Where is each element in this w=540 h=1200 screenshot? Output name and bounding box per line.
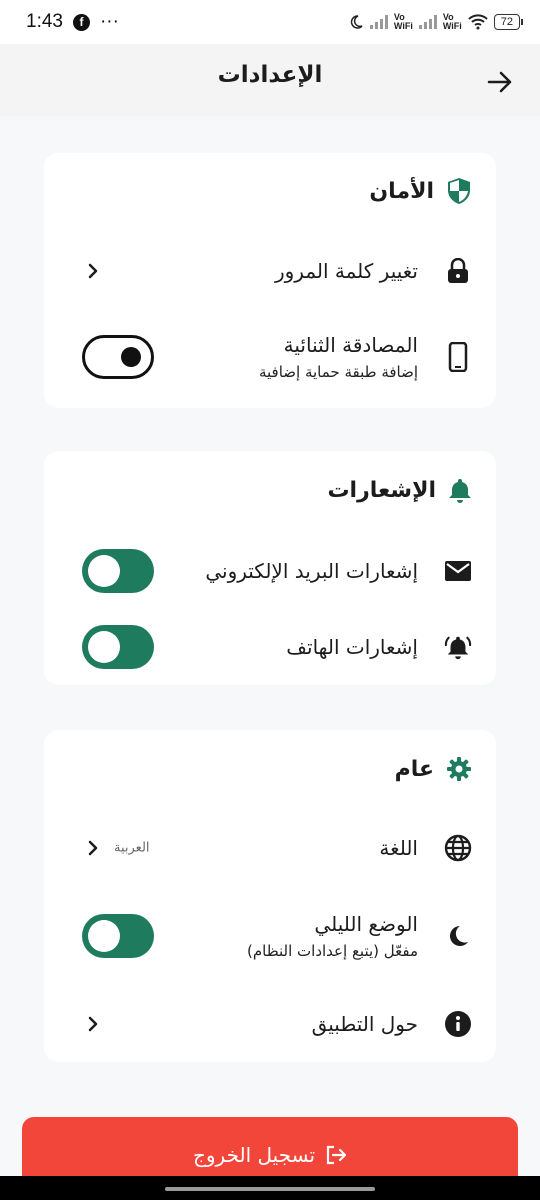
dark-mode-row: الوضع الليلي مفعّل (يتبع إعدادات النظام): [44, 906, 496, 966]
gear-icon: [447, 757, 471, 781]
envelope-icon: [444, 557, 472, 585]
status-more: ···: [99, 11, 119, 32]
two-factor-row: المصادقة الثنائية إضافة طبقة حماية إضافي…: [44, 327, 496, 387]
language-value: العربية: [114, 840, 150, 856]
about-row[interactable]: حول التطبيق: [44, 994, 496, 1054]
status-time: 1:43: [26, 11, 63, 32]
phone-notifications-row: إشعارات الهاتف: [44, 617, 496, 677]
language-row[interactable]: اللغة العربية: [44, 818, 496, 878]
two-factor-subtitle: إضافة طبقة حماية إضافية: [258, 363, 418, 381]
moon-status-icon: [350, 15, 363, 29]
arrow-right-icon: [487, 71, 512, 93]
two-factor-label: المصادقة الثنائية: [283, 333, 418, 357]
chevron-left-icon: [88, 840, 98, 856]
vowifi-label-2: Vo WiFi: [442, 12, 462, 31]
back-button[interactable]: [484, 66, 516, 98]
toggle-knob: [121, 347, 141, 367]
logout-icon: [326, 1145, 347, 1165]
vowifi-label: Vo WiFi: [393, 12, 413, 31]
moon-icon: [444, 922, 472, 950]
dark-mode-subtitle: مفعّل (يتبع إعدادات النظام): [247, 942, 418, 960]
page-title: الإعدادات: [217, 62, 323, 88]
toggle-knob: [88, 631, 120, 663]
toggle-knob: [88, 555, 120, 587]
system-nav-bar: [0, 1176, 540, 1200]
two-factor-texts: المصادقة الثنائية إضافة طبقة حماية إضافي…: [259, 333, 418, 381]
home-indicator[interactable]: [165, 1187, 375, 1191]
globe-icon: [444, 834, 472, 862]
dark-mode-texts: الوضع الليلي مفعّل (يتبع إعدادات النظام): [247, 912, 418, 960]
two-factor-toggle[interactable]: [82, 335, 154, 379]
change-password-label: تغيير كلمة المرور: [274, 259, 418, 283]
battery-icon: 72: [493, 14, 524, 30]
dark-mode-toggle[interactable]: [82, 914, 154, 958]
notifications-section-title: الإشعارات: [327, 477, 472, 503]
general-section-title: عام: [395, 756, 472, 782]
general-card: عام اللغة العربية الوضع الليلي مفعّل (يت…: [44, 730, 496, 1062]
signal-icon: [369, 15, 388, 29]
bell-icon: [449, 479, 471, 503]
security-card: الأمان تغيير كلمة المرور المصادقة الثنائ…: [44, 153, 496, 408]
email-notifications-toggle[interactable]: [82, 549, 154, 593]
chevron-left-icon: [88, 1016, 98, 1032]
security-title: الأمان: [369, 178, 434, 204]
notifications-title: الإشعارات: [327, 477, 436, 503]
logout-label: تسجيل الخروج: [192, 1143, 316, 1167]
facebook-icon: f: [72, 13, 90, 31]
status-left: 1:43 f ···: [26, 11, 119, 33]
phone-notifications-toggle[interactable]: [82, 625, 154, 669]
phone-notifications-texts: إشعارات الهاتف: [286, 635, 418, 659]
language-texts: اللغة: [379, 836, 418, 860]
change-password-texts: تغيير كلمة المرور: [275, 259, 418, 283]
lock-icon: [444, 257, 472, 285]
email-notifications-label: إشعارات البريد الإلكتروني: [205, 559, 418, 583]
notifications-card: الإشعارات إشعارات البريد الإلكتروني إشعا…: [44, 451, 496, 685]
email-notifications-texts: إشعارات البريد الإلكتروني: [205, 559, 418, 583]
general-title: عام: [394, 756, 434, 782]
chevron-left-icon: [88, 263, 98, 279]
info-icon: [444, 1010, 472, 1038]
signal-icon-2: [418, 15, 437, 29]
security-section-title: الأمان: [369, 177, 472, 205]
wifi-icon: [468, 14, 488, 30]
phone-notifications-label: إشعارات الهاتف: [286, 635, 418, 659]
change-password-row[interactable]: تغيير كلمة المرور: [44, 241, 496, 301]
ringing-bell-icon: [444, 633, 472, 661]
email-notifications-row: إشعارات البريد الإلكتروني: [44, 541, 496, 601]
language-label: اللغة: [379, 836, 418, 860]
shield-icon: [448, 178, 470, 204]
battery-level: 72: [500, 16, 513, 28]
status-bar: 1:43 f ··· Vo WiFi Vo WiFi 72: [0, 0, 540, 44]
status-right: Vo WiFi Vo WiFi 72: [348, 12, 524, 31]
phone-icon: [444, 342, 472, 372]
about-label: حول التطبيق: [311, 1012, 418, 1036]
about-texts: حول التطبيق: [312, 1012, 418, 1036]
logout-content: تسجيل الخروج: [193, 1143, 347, 1167]
top-app-bar: الإعدادات: [0, 44, 540, 116]
toggle-knob: [88, 920, 120, 952]
dark-mode-label: الوضع الليلي: [314, 912, 418, 936]
